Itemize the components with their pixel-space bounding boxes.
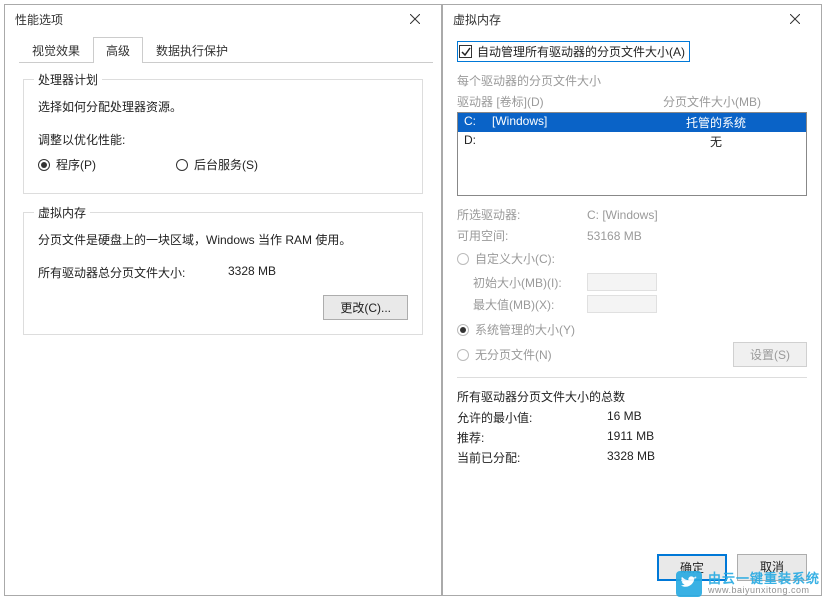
dialog-title: 性能选项: [15, 11, 63, 28]
max-size-input: [587, 295, 657, 313]
radio-icon: [457, 324, 469, 336]
drive-letter: C:: [464, 114, 492, 131]
change-button[interactable]: 更改(C)...: [323, 295, 408, 320]
max-size-label: 最大值(MB)(X):: [457, 296, 587, 313]
titlebar: 性能选项: [5, 5, 441, 33]
selected-drive-row: 所选驱动器: C: [Windows]: [457, 206, 807, 223]
total-paging-label: 所有驱动器总分页文件大小:: [38, 264, 228, 281]
per-drive-label: 每个驱动器的分页文件大小: [457, 72, 807, 89]
radio-label: 自定义大小(C):: [475, 250, 555, 267]
free-space-label: 可用空间:: [457, 227, 587, 244]
col-drive: 驱动器 [卷标](D): [457, 93, 617, 110]
selected-drive-label: 所选驱动器:: [457, 206, 587, 223]
drive-row[interactable]: D: 无: [458, 132, 806, 151]
close-button[interactable]: [395, 8, 435, 30]
close-icon: [410, 14, 420, 24]
free-space-value: 53168 MB: [587, 229, 807, 243]
close-button[interactable]: [775, 8, 815, 30]
drive-value: 托管的系统: [632, 114, 800, 131]
dialog-title: 虚拟内存: [453, 11, 501, 28]
col-size: 分页文件大小(MB): [617, 93, 807, 110]
group-legend: 虚拟内存: [34, 204, 90, 221]
current-value: 3328 MB: [607, 449, 655, 466]
radio-icon: [457, 349, 469, 361]
radio-custom-size: 自定义大小(C):: [457, 250, 807, 267]
ok-button[interactable]: 确定: [657, 554, 727, 581]
radio-label: 无分页文件(N): [475, 346, 552, 363]
radio-icon: [457, 253, 469, 265]
current-label: 当前已分配:: [457, 449, 607, 466]
totals-header: 所有驱动器分页文件大小的总数: [457, 388, 807, 405]
initial-size-input: [587, 273, 657, 291]
cancel-button[interactable]: 取消: [737, 554, 807, 581]
radio-label: 系统管理的大小(Y): [475, 321, 575, 338]
checkbox-label: 自动管理所有驱动器的分页文件大小(A): [477, 43, 685, 60]
titlebar: 虚拟内存: [443, 5, 821, 33]
tab-advanced[interactable]: 高级: [93, 37, 143, 63]
totals-section: 允许的最小值: 16 MB 推荐: 1911 MB 当前已分配: 3328 MB: [457, 409, 807, 466]
drive-row[interactable]: C: [Windows] 托管的系统: [458, 113, 806, 132]
radio-label: 程序(P): [56, 156, 96, 173]
set-button: 设置(S): [733, 342, 807, 367]
radio-icon: [176, 159, 188, 171]
adjust-label: 调整以优化性能:: [38, 131, 408, 148]
drive-letter: D:: [464, 133, 492, 150]
radio-icon: [38, 159, 50, 171]
processor-desc: 选择如何分配处理器资源。: [38, 98, 408, 115]
dialog-content: 自动管理所有驱动器的分页文件大小(A) 每个驱动器的分页文件大小 驱动器 [卷标…: [443, 33, 821, 479]
drive-value: 无: [632, 133, 800, 150]
radio-programs[interactable]: 程序(P): [38, 156, 96, 173]
initial-size-label: 初始大小(MB)(I):: [457, 274, 587, 291]
radio-no-paging: 无分页文件(N): [457, 346, 733, 363]
radio-system-managed: 系统管理的大小(Y): [457, 321, 807, 338]
vm-desc: 分页文件是硬盘上的一块区域，Windows 当作 RAM 使用。: [38, 231, 408, 248]
radio-background-services[interactable]: 后台服务(S): [176, 156, 258, 173]
drive-listbox[interactable]: C: [Windows] 托管的系统 D: 无: [457, 112, 807, 196]
checkbox-icon: [459, 45, 472, 58]
min-allowed-value: 16 MB: [607, 409, 642, 426]
total-paging-value: 3328 MB: [228, 264, 408, 281]
tab-visual-effects[interactable]: 视觉效果: [19, 37, 93, 63]
total-paging-row: 所有驱动器总分页文件大小: 3328 MB: [38, 264, 408, 281]
virtual-memory-group: 虚拟内存 分页文件是硬盘上的一块区域，Windows 当作 RAM 使用。 所有…: [23, 212, 423, 335]
group-legend: 处理器计划: [34, 71, 102, 88]
performance-options-dialog: 性能选项 视觉效果 高级 数据执行保护 处理器计划 选择如何分配处理器资源。 调…: [4, 4, 442, 596]
tab-bar: 视觉效果 高级 数据执行保护: [19, 37, 433, 63]
close-icon: [790, 14, 800, 24]
auto-manage-checkbox[interactable]: 自动管理所有驱动器的分页文件大小(A): [457, 41, 690, 62]
tab-dep[interactable]: 数据执行保护: [143, 37, 241, 63]
tab-content: 处理器计划 选择如何分配处理器资源。 调整以优化性能: 程序(P) 后台服务(S…: [5, 63, 441, 363]
drive-label: [Windows]: [492, 114, 632, 131]
processor-scheduling-group: 处理器计划 选择如何分配处理器资源。 调整以优化性能: 程序(P) 后台服务(S…: [23, 79, 423, 194]
drive-list-header: 驱动器 [卷标](D) 分页文件大小(MB): [457, 93, 807, 110]
virtual-memory-dialog: 虚拟内存 自动管理所有驱动器的分页文件大小(A) 每个驱动器的分页文件大小 驱动…: [442, 4, 822, 596]
min-allowed-label: 允许的最小值:: [457, 409, 607, 426]
recommended-value: 1911 MB: [607, 429, 654, 446]
drive-label: [492, 133, 632, 150]
recommended-label: 推荐:: [457, 429, 607, 446]
selected-drive-value: C: [Windows]: [587, 208, 807, 222]
max-size-row: 最大值(MB)(X):: [457, 295, 807, 313]
initial-size-row: 初始大小(MB)(I):: [457, 273, 807, 291]
free-space-row: 可用空间: 53168 MB: [457, 227, 807, 244]
radio-label: 后台服务(S): [194, 156, 258, 173]
dialog-footer: 确定 取消: [443, 546, 821, 589]
